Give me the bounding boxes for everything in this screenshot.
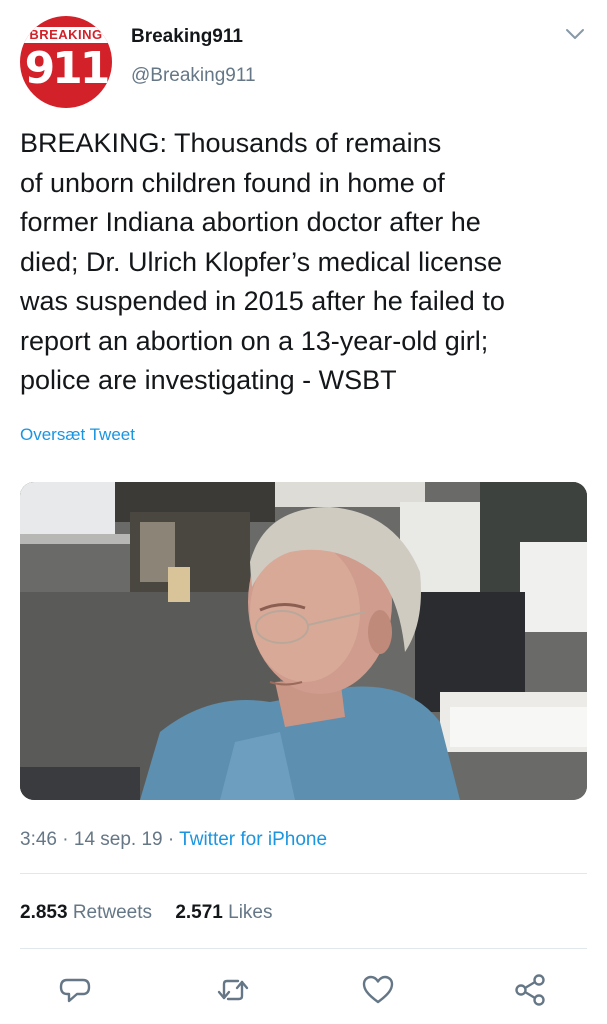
tweet-date[interactable]: 14 sep. 19 bbox=[74, 829, 163, 850]
retweets-stat[interactable]: 2.853 Retweets bbox=[20, 902, 152, 924]
tweet-media-photo[interactable] bbox=[20, 482, 587, 800]
avatar-logo-word: BREAKING bbox=[20, 27, 112, 43]
display-name[interactable]: Breaking911 bbox=[131, 26, 243, 48]
tweet-stats: 2.853 Retweets 2.571 Likes bbox=[20, 902, 291, 924]
meta-separator-2: · bbox=[162, 829, 180, 850]
tweet-time[interactable]: 3:46 bbox=[20, 829, 57, 850]
translate-tweet-link[interactable]: Oversæt Tweet bbox=[20, 425, 135, 445]
tweet-text: BREAKING: Thousands of remains of unborn… bbox=[20, 128, 505, 395]
avatar[interactable]: BREAKING 911 bbox=[20, 16, 112, 108]
divider bbox=[20, 873, 587, 874]
tweet-timestamp: 3:46 · 14 sep. 19 · Twitter for iPhone bbox=[20, 829, 327, 851]
chevron-down-icon[interactable] bbox=[564, 26, 586, 42]
likes-stat[interactable]: 2.571 Likes bbox=[175, 902, 272, 924]
heart-icon[interactable] bbox=[361, 973, 395, 1007]
retweet-icon[interactable] bbox=[216, 973, 250, 1007]
user-handle[interactable]: @Breaking911 bbox=[131, 65, 256, 87]
share-icon[interactable] bbox=[513, 973, 547, 1007]
tweet-source-link[interactable]: Twitter for iPhone bbox=[179, 829, 327, 850]
divider bbox=[20, 948, 587, 949]
tweet-container: BREAKING 911 Breaking911 @Breaking911 BR… bbox=[0, 0, 607, 1024]
retweets-label: Retweets bbox=[72, 902, 153, 923]
photo-of-elderly-man-image bbox=[20, 482, 587, 800]
meta-separator: · bbox=[56, 829, 74, 850]
reply-icon[interactable] bbox=[58, 973, 92, 1007]
retweets-count: 2.853 bbox=[20, 902, 68, 923]
likes-label: Likes bbox=[228, 902, 273, 923]
likes-count: 2.571 bbox=[175, 902, 223, 923]
avatar-logo-number: 911 bbox=[24, 43, 111, 94]
